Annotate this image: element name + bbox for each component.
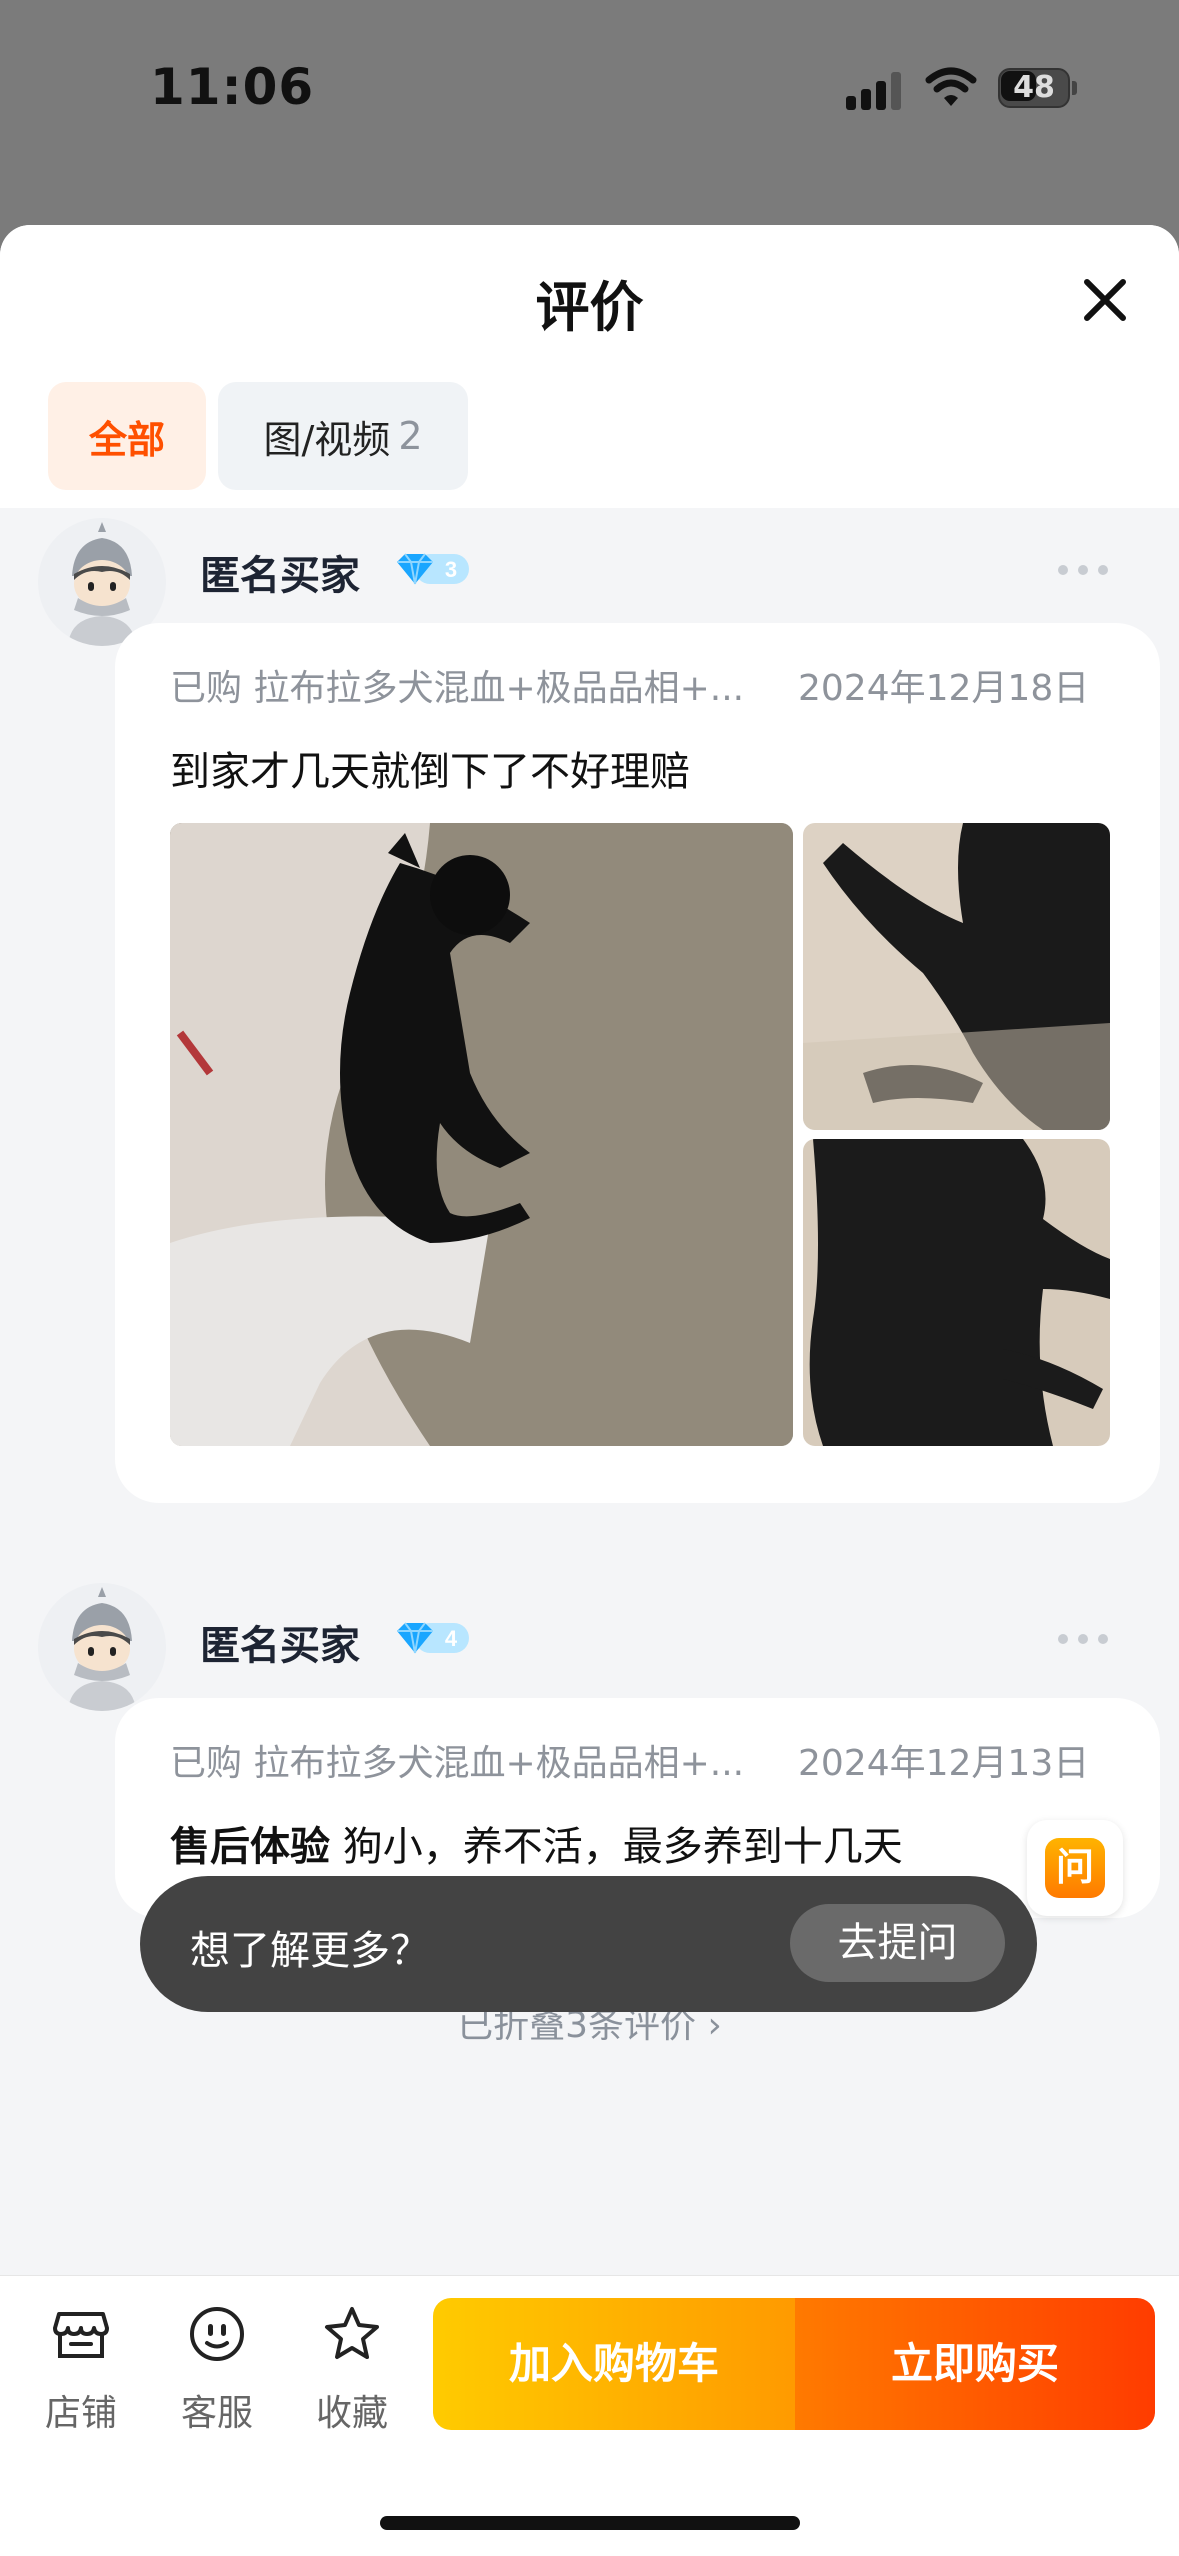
review-photo[interactable] xyxy=(170,823,793,1446)
review-photo[interactable] xyxy=(803,823,1110,1130)
review-date: 2024年12月13日 xyxy=(798,1743,1090,1784)
review-tag: 售后体验 xyxy=(170,1824,330,1870)
question-icon: 问 xyxy=(1045,1838,1105,1898)
ask-prompt: 想了解更多？ xyxy=(190,1928,430,1974)
tab-all-label: 全部 xyxy=(88,417,165,462)
review-text-row: 售后体验 狗小，养不活，最多养到十几天 xyxy=(170,1814,903,1872)
add-to-cart-button[interactable]: 加入购物车 xyxy=(433,2298,795,2430)
tab-photo-video-label: 图/视频 xyxy=(263,417,391,462)
review-photo[interactable] xyxy=(803,1139,1110,1446)
review-date: 2024年12月18日 xyxy=(798,668,1090,709)
purchased-item: 已购 拉布拉多犬混血+极品品相+... xyxy=(170,668,745,709)
battery-icon: 48 xyxy=(998,68,1078,108)
reviewer-name: 匿名买家 xyxy=(200,1623,360,1669)
diamond-level-badge: 3 xyxy=(397,553,469,585)
status-time: 11:06 xyxy=(150,58,315,116)
battery-level: 48 xyxy=(1013,70,1055,105)
bottom-action-bar: 店铺 客服 收藏 加入购物车 立即购买 xyxy=(0,2275,1179,2556)
badge-level: 3 xyxy=(445,557,457,582)
store-button[interactable]: 店铺 xyxy=(26,2304,136,2444)
wifi-icon xyxy=(925,67,977,106)
more-options-icon[interactable] xyxy=(1058,1634,1108,1646)
review-item: 匿名买家 3 已购 拉布拉多犬混血+极品品相+... 2024年12月18日 到… xyxy=(0,508,1179,1748)
diamond-level-badge: 4 xyxy=(397,1622,469,1654)
ask-button[interactable]: 去提问 xyxy=(790,1904,1005,1982)
favorite-button[interactable]: 收藏 xyxy=(297,2304,407,2444)
purchased-item: 已购 拉布拉多犬混血+极品品相+... xyxy=(170,1743,745,1784)
review-card: 已购 拉布拉多犬混血+极品品相+... 2024年12月18日 到家才几天就倒下… xyxy=(115,623,1160,1503)
review-meta: 已购 拉布拉多犬混血+极品品相+... 2024年12月13日 xyxy=(170,1734,1089,1786)
close-icon[interactable] xyxy=(1075,270,1135,330)
more-options-icon[interactable] xyxy=(1058,565,1108,577)
customer-service-button[interactable]: 客服 xyxy=(162,2304,272,2444)
reviews-sheet: 评价 全部 图/视频 2 匿名买家 3 已购 拉布拉多犬混血+极品品相+... … xyxy=(0,225,1179,2556)
review-meta: 已购 拉布拉多犬混血+极品品相+... 2024年12月18日 xyxy=(170,659,1089,711)
star-icon xyxy=(325,2307,379,2359)
tab-photo-video-count: 2 xyxy=(398,414,423,458)
customer-service-icon xyxy=(190,2307,244,2361)
customer-service-label: 客服 xyxy=(180,2393,253,2434)
store-icon xyxy=(53,2312,109,2358)
favorite-label: 收藏 xyxy=(315,2393,388,2434)
sheet-title: 评价 xyxy=(535,276,644,339)
home-indicator xyxy=(380,2516,800,2530)
review-text: 到家才几天就倒下了不好理赔 xyxy=(170,749,690,795)
reviewer-name: 匿名买家 xyxy=(200,553,360,599)
store-label: 店铺 xyxy=(44,2393,117,2434)
cellular-signal-icon xyxy=(846,70,906,110)
buy-now-button[interactable]: 立即购买 xyxy=(795,2298,1155,2430)
status-bar: 11:06 48 xyxy=(0,0,1179,170)
sheet-header: 评价 全部 图/视频 2 xyxy=(0,225,1179,508)
badge-level: 4 xyxy=(445,1626,458,1651)
tab-all[interactable]: 全部 xyxy=(48,382,206,490)
ask-bar: 想了解更多？ 去提问 xyxy=(140,1876,1037,2012)
ask-question-float-button[interactable]: 问 xyxy=(1027,1820,1123,1916)
tab-photo-video[interactable]: 图/视频 2 xyxy=(218,382,468,490)
review-text: 狗小，养不活，最多养到十几天 xyxy=(342,1824,903,1870)
avatar xyxy=(38,1583,166,1711)
